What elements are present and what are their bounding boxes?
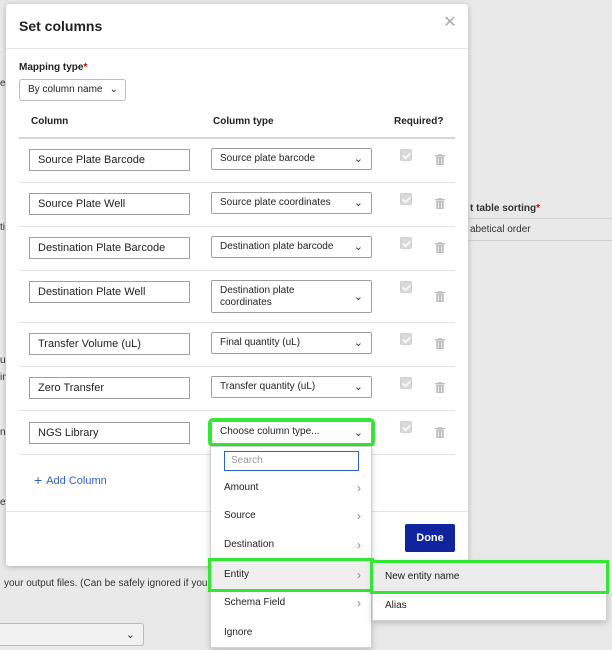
chevron-right-icon: › xyxy=(357,568,361,582)
column-name-input[interactable]: Source Plate Well xyxy=(29,193,190,215)
submenu-item-new-entity-name[interactable]: New entity name xyxy=(370,560,609,594)
column-name-input[interactable]: Destination Plate Well xyxy=(29,281,190,303)
required-checkbox[interactable] xyxy=(400,421,412,433)
required-checkbox[interactable] xyxy=(400,377,412,389)
bg-fragment: n xyxy=(0,427,6,438)
modal-title: Set columns xyxy=(19,18,103,34)
column-type-value: Destination plate barcode xyxy=(220,241,334,252)
required-checkbox[interactable] xyxy=(400,333,412,345)
column-name-input[interactable]: Destination Plate Barcode xyxy=(29,237,190,259)
column-name-input[interactable]: NGS Library xyxy=(29,422,190,444)
column-type-select[interactable]: Destination plate barcode ⌄ xyxy=(211,236,372,258)
chevron-down-icon: ⌄ xyxy=(109,84,118,95)
chevron-down-icon: ⌄ xyxy=(353,197,363,209)
required-checkbox[interactable] xyxy=(400,237,412,249)
bg-output-note: your output files. (Can be safely ignore… xyxy=(4,578,211,589)
menu-item-label: Schema Field xyxy=(224,597,286,608)
trash-icon[interactable] xyxy=(435,382,445,393)
table-row: Source Plate Barcode Source plate barcod… xyxy=(19,139,455,183)
menu-item-source[interactable]: Source › xyxy=(211,502,371,530)
table-row: Transfer Volume (uL) Final quantity (uL)… xyxy=(19,323,455,367)
chevron-right-icon: › xyxy=(357,538,361,552)
trash-icon[interactable] xyxy=(435,291,445,302)
search-placeholder: Search xyxy=(231,455,263,466)
column-type-select[interactable]: Source plate coordinates ⌄ xyxy=(211,192,372,214)
column-type-select[interactable]: Source plate barcode ⌄ xyxy=(211,148,372,170)
chevron-down-icon: ⌄ xyxy=(353,337,363,349)
mapping-type-value: By column name xyxy=(28,84,103,95)
column-type-value: Choose column type... xyxy=(220,426,320,437)
menu-item-amount[interactable]: Amount › xyxy=(211,474,371,502)
table-row: Zero Transfer Transfer quantity (uL) ⌄ xyxy=(19,367,455,411)
column-type-value: Source plate barcode xyxy=(220,153,316,164)
trash-icon[interactable] xyxy=(435,198,445,209)
chevron-down-icon: ⌄ xyxy=(353,241,363,253)
trash-icon[interactable] xyxy=(435,338,445,349)
menu-item-schema-field[interactable]: Schema Field › xyxy=(211,589,371,617)
column-type-select[interactable]: Transfer quantity (uL) ⌄ xyxy=(211,376,372,398)
trash-icon[interactable] xyxy=(435,154,445,165)
bg-divider xyxy=(468,240,612,241)
bg-sorting-value: abetical order xyxy=(470,224,531,235)
mapping-type-label: Mapping type* xyxy=(19,62,88,73)
menu-item-label: Entity xyxy=(224,569,250,580)
column-type-value: Final quantity (uL) xyxy=(220,337,301,348)
bg-divider xyxy=(468,218,612,219)
column-type-value: Transfer quantity (uL) xyxy=(220,381,316,392)
menu-item-label: Ignore xyxy=(224,627,253,638)
chevron-down-icon: ⌄ xyxy=(353,153,363,165)
trash-icon[interactable] xyxy=(435,427,445,438)
required-checkbox[interactable] xyxy=(400,281,412,293)
bg-fragment: ti xyxy=(0,222,5,233)
mapping-type-select[interactable]: By column name ⌄ xyxy=(19,79,126,101)
column-type-value: Destination plate coordinates xyxy=(220,285,295,308)
done-button[interactable]: Done xyxy=(405,524,455,552)
chevron-down-icon: ⌄ xyxy=(353,426,363,439)
search-input[interactable]: Search xyxy=(224,451,359,471)
chevron-down-icon: ⌄ xyxy=(353,290,363,303)
required-header: Required? xyxy=(394,116,444,127)
chevron-right-icon: › xyxy=(357,596,361,610)
plus-icon: + xyxy=(34,472,43,488)
chevron-right-icon: › xyxy=(357,509,361,523)
column-type-select[interactable]: Final quantity (uL) ⌄ xyxy=(211,332,372,354)
column-header: Column xyxy=(31,116,69,127)
add-column-button[interactable]: + Add Column xyxy=(34,472,107,488)
entity-submenu: New entity name Alias xyxy=(370,560,609,621)
column-type-select[interactable]: Destination plate coordinates ⌄ xyxy=(211,280,372,313)
column-type-value: Source plate coordinates xyxy=(220,197,331,208)
menu-item-label: Source xyxy=(224,510,256,521)
required-checkbox[interactable] xyxy=(400,193,412,205)
bg-table-sorting-label: t table sorting* xyxy=(470,203,541,214)
submenu-item-alias[interactable]: Alias xyxy=(373,592,606,620)
chevron-right-icon: › xyxy=(357,481,361,495)
menu-item-label: Amount xyxy=(224,482,259,493)
required-checkbox[interactable] xyxy=(400,149,412,161)
column-type-header: Column type xyxy=(213,116,274,127)
menu-item-ignore[interactable]: Ignore xyxy=(211,619,371,647)
trash-icon[interactable] xyxy=(435,242,445,253)
add-column-label: Add Column xyxy=(46,475,107,487)
table-row: Destination Plate Well Destination plate… xyxy=(19,271,455,323)
table-row: Destination Plate Barcode Destination pl… xyxy=(19,227,455,271)
column-name-input[interactable]: Zero Transfer xyxy=(29,377,190,399)
close-icon[interactable]: ✕ xyxy=(442,15,458,31)
menu-item-destination[interactable]: Destination › xyxy=(211,531,371,559)
chevron-down-icon: ⌄ xyxy=(353,381,363,393)
column-type-select[interactable]: Choose column type... ⌄ xyxy=(208,418,375,447)
menu-item-entity[interactable]: Entity › xyxy=(208,558,374,592)
menu-item-label: Destination xyxy=(224,539,275,550)
column-type-dropdown: Search Amount › Source › Destination › Enti… xyxy=(208,446,374,648)
column-name-input[interactable]: Source Plate Barcode xyxy=(29,149,190,171)
chevron-down-icon: ⌄ xyxy=(125,629,135,641)
bg-fragment: u xyxy=(0,355,6,366)
bg-select[interactable]: ⌄ xyxy=(0,623,144,646)
table-row: Source Plate Well Source plate coordinat… xyxy=(19,183,455,227)
header-divider xyxy=(6,48,468,49)
column-name-input[interactable]: Transfer Volume (uL) xyxy=(29,333,190,355)
